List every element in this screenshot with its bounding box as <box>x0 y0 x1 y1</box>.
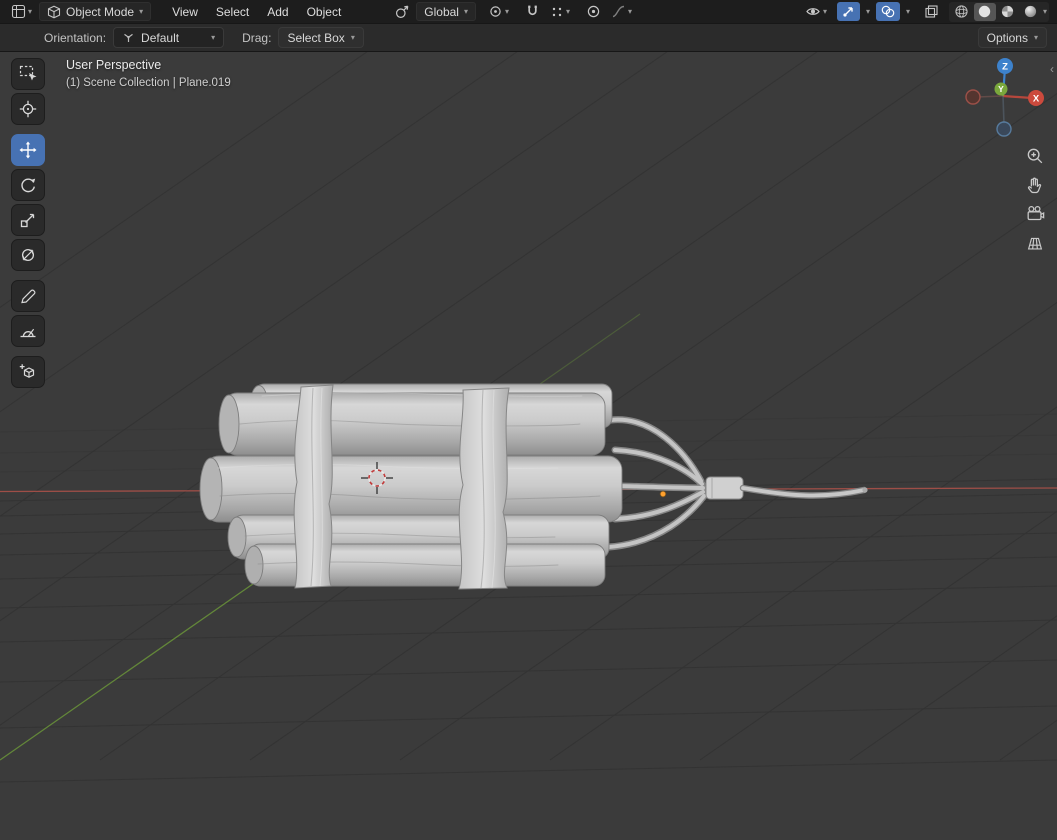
transform-orientation-group: Global ▾ <box>395 2 476 21</box>
chevron-down-icon: ▾ <box>1042 6 1047 16</box>
snapping-group: ▾ <box>521 2 574 21</box>
menu-view[interactable]: View <box>163 3 207 21</box>
viewport-header: ▾ Object Mode ▾ View Select Add Object G… <box>0 0 1057 23</box>
object-origin-point[interactable] <box>659 490 667 498</box>
mode-dropdown[interactable]: Object Mode ▾ <box>39 2 152 21</box>
tool-cursor[interactable] <box>11 93 45 125</box>
shading-wireframe-button[interactable] <box>951 3 973 21</box>
chevron-down-icon: ▾ <box>822 6 827 16</box>
pivot-point-group: ▾ <box>484 2 513 21</box>
proportional-edit-group: ▾ <box>582 2 636 21</box>
zoom-button[interactable] <box>1023 144 1047 168</box>
editor-type-button[interactable]: ▾ <box>8 2 35 21</box>
drag-label: Drag: <box>242 30 272 45</box>
gizmo-z-axis[interactable]: Z <box>997 58 1013 74</box>
tool-move[interactable] <box>11 134 45 166</box>
chevron-down-icon: ▾ <box>628 6 633 16</box>
shading-rendered-button[interactable] <box>1020 3 1042 21</box>
tool-select-box[interactable] <box>11 58 45 90</box>
svg-text:Y: Y <box>998 84 1004 94</box>
falloff-dropdown[interactable]: ▾ <box>607 2 636 21</box>
blender-window: ▾ Object Mode ▾ View Select Add Object G… <box>0 0 1057 840</box>
overlays-toggle-button[interactable] <box>875 2 900 21</box>
orientation-value: Global <box>424 4 459 19</box>
xray-toggle-button[interactable] <box>920 2 943 21</box>
gizmo-x-axis[interactable]: X <box>1028 90 1044 106</box>
scene-canvas[interactable] <box>0 52 1057 840</box>
toolbar <box>11 58 45 388</box>
chevron-down-icon: ▾ <box>28 6 33 16</box>
tool-scale[interactable] <box>11 204 45 236</box>
svg-text:X: X <box>1033 93 1040 104</box>
fuse-wires <box>605 416 708 551</box>
sidebar-toggle-arrow[interactable]: ‹ <box>1050 62 1054 76</box>
viewport-3d[interactable]: User Perspective (1) Scene Collection | … <box>0 52 1057 840</box>
chevron-down-icon: ▾ <box>504 6 509 16</box>
tool-transform[interactable] <box>11 239 45 271</box>
tool-annotate[interactable] <box>11 280 45 312</box>
menu-bar: View Select Add Object <box>163 3 350 21</box>
navigation-gizmo[interactable]: Z X Y <box>955 56 1055 142</box>
shading-material-button[interactable] <box>997 3 1019 21</box>
orthographic-toggle-button[interactable] <box>1023 231 1047 255</box>
orientation-icon <box>395 4 410 19</box>
snap-toggle-button[interactable] <box>521 2 544 21</box>
snap-settings-button[interactable]: ▾ <box>546 3 574 21</box>
object-visibility-button[interactable]: ▾ <box>801 2 831 21</box>
chevron-down-icon: ▾ <box>463 6 468 16</box>
orientation-default-value: Default <box>141 30 180 45</box>
menu-add[interactable]: Add <box>258 3 297 21</box>
chevron-down-icon: ▾ <box>211 32 216 42</box>
orientation-label: Orientation: <box>44 30 107 45</box>
tool-rotate[interactable] <box>11 169 45 201</box>
dynamite-bundle-model[interactable] <box>199 383 868 590</box>
chevron-down-icon: ▾ <box>905 6 910 16</box>
orientation-dropdown[interactable]: Global ▾ <box>416 2 476 21</box>
proportional-toggle-button[interactable] <box>582 2 605 21</box>
tool-add-cube[interactable] <box>11 356 45 388</box>
fuse-connector <box>705 476 744 500</box>
menu-object[interactable]: Object <box>298 3 351 21</box>
editor-type-icon <box>11 4 26 19</box>
options-label: Options <box>986 30 1028 45</box>
shading-solid-button[interactable] <box>973 2 996 21</box>
chevron-down-icon: ▾ <box>350 32 355 42</box>
drag-mode-value: Select Box <box>287 30 345 45</box>
tool-settings-bar: Orientation: Default ▾ Drag: Select Box … <box>0 23 1057 52</box>
camera-view-button[interactable] <box>1023 202 1047 226</box>
chevron-down-icon: ▾ <box>566 6 571 16</box>
orientation-default-dropdown[interactable]: Default ▾ <box>113 27 225 48</box>
tool-measure[interactable] <box>11 315 45 347</box>
gizmo-x-negative[interactable] <box>965 89 981 105</box>
drag-mode-dropdown[interactable]: Select Box ▾ <box>278 27 364 48</box>
menu-select[interactable]: Select <box>207 3 258 21</box>
pivot-point-button[interactable]: ▾ <box>484 2 513 21</box>
svg-text:Z: Z <box>1002 61 1008 72</box>
gizmo-z-negative[interactable] <box>996 121 1012 137</box>
gizmo-y-axis[interactable]: Y <box>994 82 1008 96</box>
shading-mode-group: ▾ <box>948 1 1049 22</box>
viewport-nav-buttons <box>1023 144 1047 255</box>
chevron-down-icon: ▾ <box>865 6 870 16</box>
header-right-cluster: ▾ ▾ ▾ ▾ <box>801 1 1049 22</box>
pan-hand-button[interactable] <box>1023 173 1047 197</box>
options-dropdown[interactable]: Options ▾ <box>977 27 1047 48</box>
dynamite-sticks <box>199 383 623 587</box>
mode-label: Object Mode <box>66 4 135 19</box>
object-mode-icon <box>47 5 61 19</box>
chevron-down-icon: ▾ <box>1033 32 1038 42</box>
chevron-down-icon: ▾ <box>139 6 144 16</box>
gizmos-toggle-button[interactable] <box>836 2 860 21</box>
